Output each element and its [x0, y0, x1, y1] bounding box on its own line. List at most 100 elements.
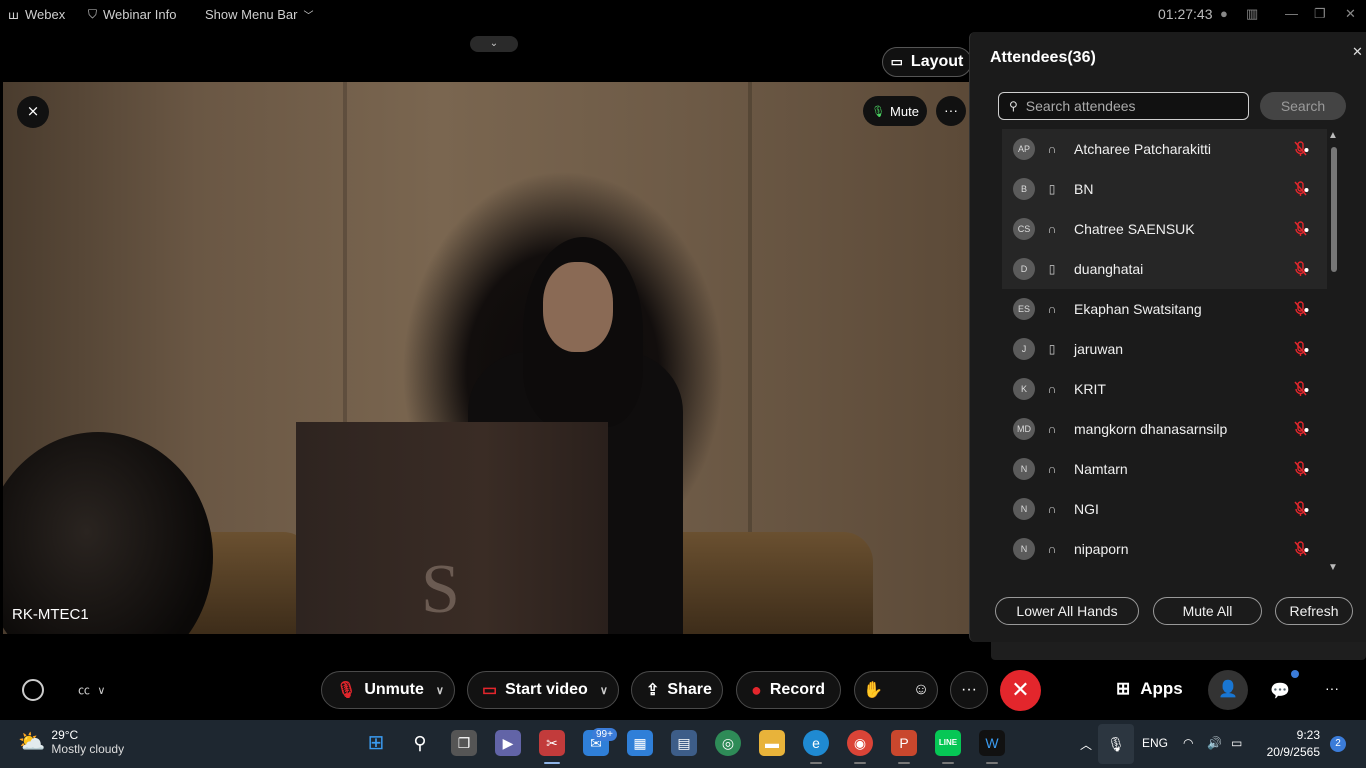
stats-icon[interactable]: ▥ [1246, 6, 1258, 22]
unmute-button[interactable]: 🎙 Unmute ∨ [321, 671, 455, 709]
collapse-bar-button[interactable]: ⌄ [470, 36, 518, 52]
weather-widget[interactable]: ⛅ 29°C Mostly cloudy [18, 728, 124, 756]
attendee-name: Ekaphan Swatsitang [1074, 301, 1202, 317]
task-view-icon[interactable]: ❐ [451, 730, 477, 756]
stage-more-button[interactable]: ··· [936, 96, 966, 126]
leave-meeting-button[interactable]: ✕ [1000, 670, 1041, 711]
emoji-icon[interactable]: ☺ [913, 681, 929, 699]
restore-icon[interactable]: ❐ [1314, 6, 1326, 22]
muted-mic-icon[interactable] [1292, 500, 1310, 518]
minimize-icon[interactable]: — [1285, 6, 1298, 21]
running-indicator [898, 762, 910, 764]
raise-hand-icon[interactable]: ✋ [863, 680, 883, 700]
start-video-label: Start video [505, 681, 588, 698]
avatar: B [1013, 178, 1035, 200]
muted-mic-icon[interactable] [1292, 180, 1310, 198]
chrome-icon[interactable]: ◉ [847, 730, 873, 756]
show-menu-bar-button[interactable]: Show Menu Bar ﹀ [205, 7, 314, 22]
attendee-row[interactable]: N ∩ nipaporn [1002, 529, 1327, 569]
search-input[interactable]: ⚲ Search attendees [998, 92, 1249, 120]
muted-mic-icon[interactable] [1292, 220, 1310, 238]
wifi-icon[interactable]: ◠ [1183, 736, 1193, 750]
layout-icon: ▭ [890, 54, 903, 69]
muted-mic-icon[interactable] [1292, 340, 1310, 358]
muted-mic-icon[interactable] [1292, 260, 1310, 278]
mail-badge: 99+ [592, 728, 617, 741]
scroll-down-icon[interactable]: ▼ [1328, 562, 1338, 573]
webinar-info-button[interactable]: ⛉ Webinar Info [88, 7, 176, 22]
clock-date[interactable]: 20/9/2565 [1262, 745, 1320, 759]
muted-mic-icon[interactable] [1292, 300, 1310, 318]
chevron-down-icon[interactable]: ∨ [436, 684, 444, 697]
mute-all-button[interactable]: Mute All [1153, 597, 1262, 625]
status-icon[interactable] [22, 679, 44, 701]
muted-mic-icon[interactable] [1292, 140, 1310, 158]
muted-mic-icon[interactable] [1292, 420, 1310, 438]
share-button[interactable]: ⇪ Share [631, 671, 723, 709]
scrollbar-thumb[interactable] [1331, 147, 1337, 272]
unpin-icon[interactable]: ⨯ [17, 96, 49, 128]
attendee-name: jaruwan [1074, 341, 1124, 357]
start-video-button[interactable]: ▭ Start video ∨ [467, 671, 619, 709]
language-indicator[interactable]: ENG [1142, 736, 1168, 750]
refresh-button[interactable]: Refresh [1275, 597, 1353, 625]
snipping-tool-icon[interactable]: ✂ [539, 730, 565, 756]
close-icon[interactable]: ✕ [1352, 44, 1363, 60]
share-label: Share [667, 681, 712, 698]
clock-time[interactable]: 9:23 [1288, 728, 1320, 742]
edge-icon[interactable]: e [803, 730, 829, 756]
apps-label: Apps [1140, 679, 1183, 698]
windows-taskbar: ⛅ 29°C Mostly cloudy ⊞ ⚲ ❐ ▶ ✂ ✉ 99+ ▦ ▤… [0, 720, 1366, 768]
attendee-row[interactable]: N ∩ Namtarn [1002, 449, 1327, 489]
active-indicator [544, 762, 560, 764]
temperature: 29°C [51, 728, 79, 742]
muted-mic-icon[interactable] [1292, 540, 1310, 558]
muted-mic-icon[interactable] [1292, 460, 1310, 478]
webex-menu[interactable]: ꟺ Webex [8, 7, 65, 22]
file-explorer-icon[interactable]: ▬ [759, 730, 785, 756]
maps-icon[interactable]: ◎ [715, 730, 741, 756]
search-button[interactable]: Search [1260, 92, 1346, 120]
meeting-toolbar: ㏄ ∨ 🎙 Unmute ∨ ▭ Start video ∨ ⇪ Share ●… [0, 660, 1366, 720]
record-button[interactable]: ● Record [736, 671, 841, 709]
calculator-icon[interactable]: ▤ [671, 730, 697, 756]
search-icon[interactable]: ⚲ [407, 730, 433, 756]
apps-button[interactable]: ⊞ Apps [1116, 679, 1183, 699]
powerpoint-icon[interactable]: P [891, 730, 917, 756]
attendee-row[interactable]: N ∩ NGI [1002, 489, 1327, 529]
attendee-row[interactable]: K ∩ KRIT [1002, 369, 1327, 409]
headset-icon: ∩ [1047, 222, 1057, 236]
unmute-label: Unmute [364, 681, 424, 698]
title-bar: ꟺ Webex ⛉ Webinar Info Show Menu Bar ﹀ 0… [0, 0, 1366, 30]
muted-mic-icon[interactable] [1292, 380, 1310, 398]
more-panels-icon[interactable]: ··· [1325, 680, 1339, 696]
running-indicator [854, 762, 866, 764]
lower-all-hands-button[interactable]: Lower All Hands [995, 597, 1139, 625]
attendee-row[interactable]: D ▯ duanghatai [1002, 249, 1327, 289]
attendee-row[interactable]: AP ∩ Atcharee Patcharakitti [1002, 129, 1327, 169]
attendee-row[interactable]: J ▯ jaruwan [1002, 329, 1327, 369]
battery-icon[interactable]: ▭ [1231, 736, 1242, 750]
windows-start-icon[interactable]: ⊞ [363, 730, 389, 756]
attendee-row[interactable]: ES ∩ Ekaphan Swatsitang [1002, 289, 1327, 329]
chevron-down-icon[interactable]: ∨ [600, 684, 608, 697]
scroll-up-icon[interactable]: ▲ [1328, 130, 1338, 141]
participants-icon[interactable]: 👤 [1208, 670, 1248, 710]
mic-muted-tray-icon[interactable]: 🎙 [1098, 724, 1134, 764]
layout-button[interactable]: ▭ Layout [882, 47, 972, 77]
stage-mute-button[interactable]: 🎙 Mute [863, 96, 927, 126]
attendee-row[interactable]: MD ∩ mangkorn dhanasarnsilp [1002, 409, 1327, 449]
chat-icon[interactable]: 💬 [1270, 681, 1290, 701]
more-options-button[interactable]: ··· [950, 671, 988, 709]
volume-icon[interactable]: 🔊 [1207, 736, 1222, 750]
teams-chat-icon[interactable]: ▶ [495, 730, 521, 756]
webex-icon[interactable]: W [979, 730, 1005, 756]
captions-icon[interactable]: ㏄ ∨ [78, 681, 105, 698]
line-app-icon[interactable]: LINE [935, 730, 961, 756]
attendee-row[interactable]: CS ∩ Chatree SAENSUK [1002, 209, 1327, 249]
notification-badge[interactable]: 2 [1330, 736, 1346, 752]
attendee-row[interactable]: B ▯ BN [1002, 169, 1327, 209]
close-window-icon[interactable]: ✕ [1345, 6, 1356, 22]
tray-chevron-icon[interactable]: ︿ [1080, 736, 1092, 753]
calendar-icon[interactable]: ▦ [627, 730, 653, 756]
